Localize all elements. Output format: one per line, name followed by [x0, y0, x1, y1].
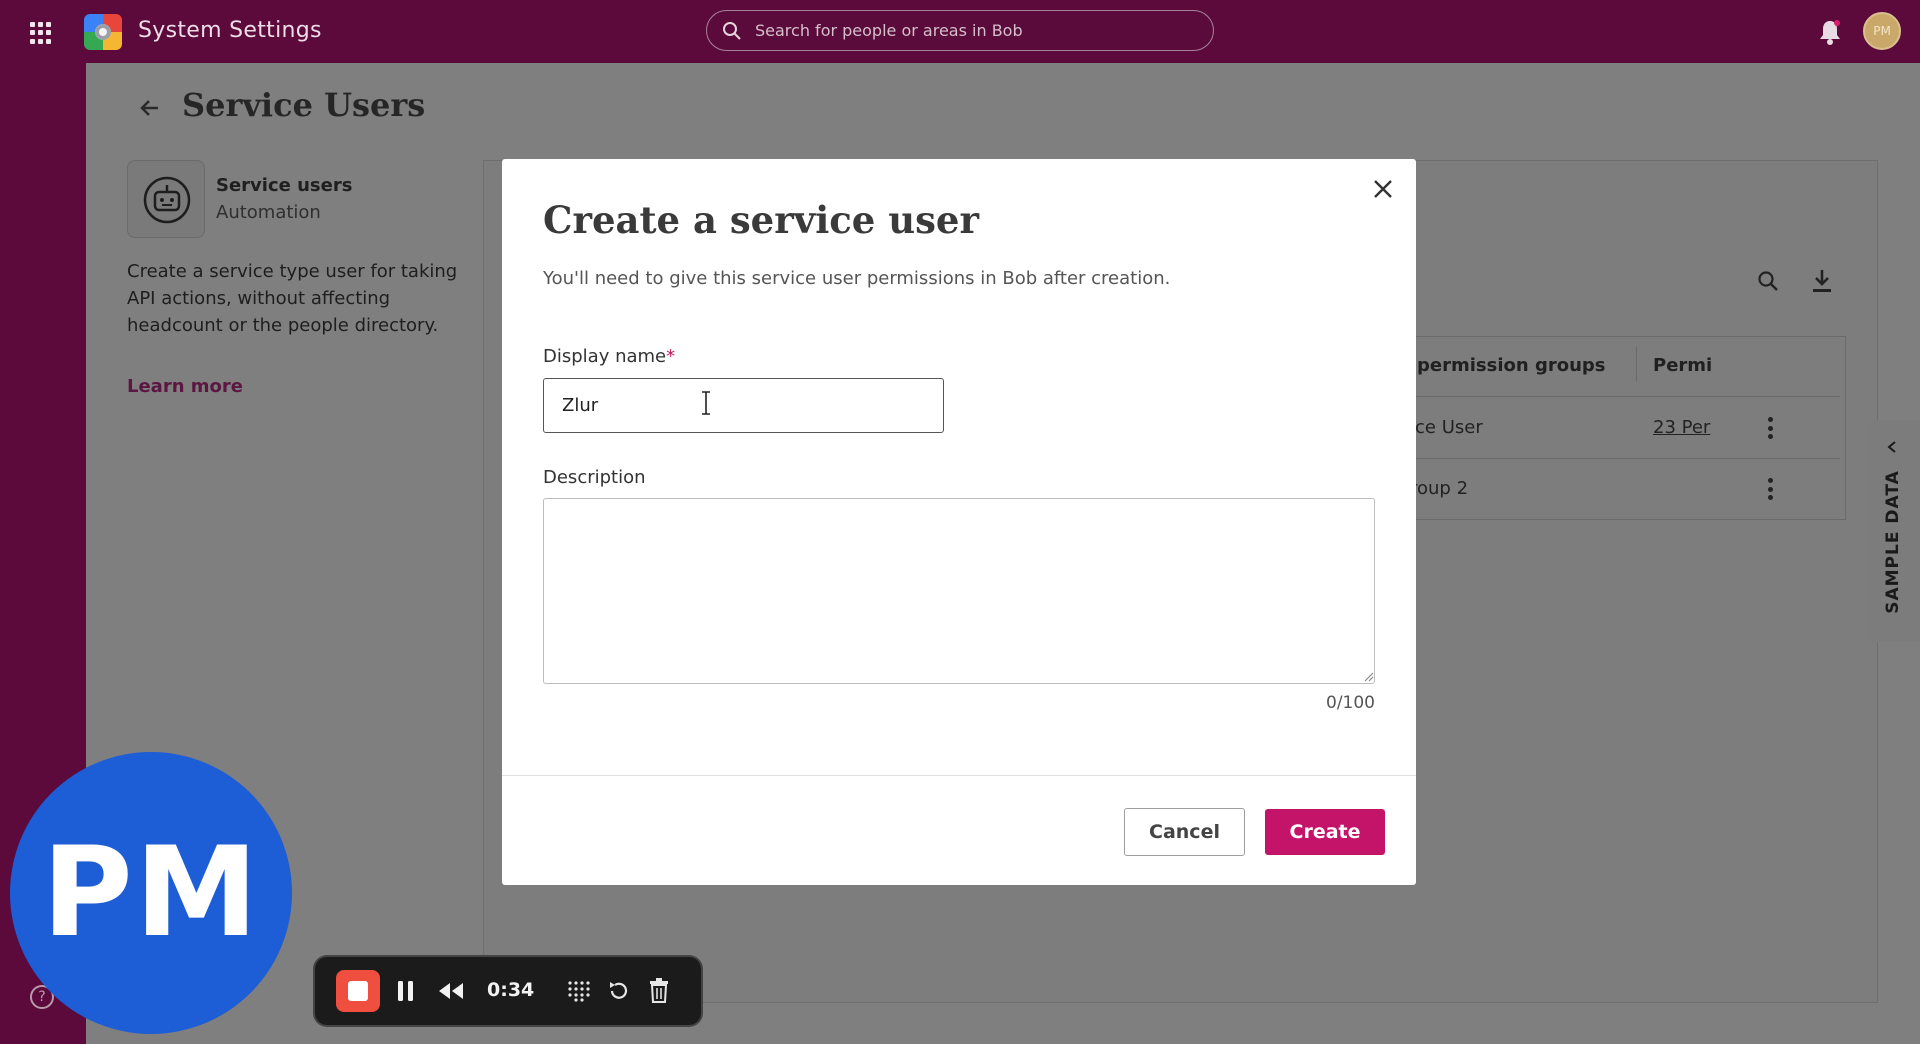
service-users-card-icon	[127, 160, 205, 238]
description-label: Description	[543, 467, 646, 488]
required-asterisk: *	[666, 346, 676, 367]
global-search[interactable]	[706, 10, 1214, 51]
back-arrow-icon[interactable]	[138, 96, 162, 120]
text-cursor-icon	[702, 391, 710, 415]
display-name-label: Display name*	[543, 346, 675, 367]
trash-icon[interactable]	[648, 977, 670, 1003]
grid-dots-icon[interactable]	[566, 979, 592, 1003]
service-users-description: Create a service type user for taking AP…	[127, 261, 458, 336]
table-row-group: roup 2	[1410, 478, 1469, 499]
dialog-subtitle: You'll need to give this service user pe…	[543, 268, 1171, 289]
description-textarea[interactable]	[543, 498, 1375, 684]
row-divider	[1400, 396, 1840, 397]
robot-icon	[143, 176, 191, 224]
user-avatar[interactable]: PM	[1863, 12, 1901, 50]
table-row-group: ice User	[1410, 417, 1483, 438]
display-name-label-text: Display name	[543, 346, 667, 367]
character-counter: 0/100	[1326, 693, 1375, 713]
download-icon[interactable]	[1811, 268, 1833, 294]
display-name-input[interactable]	[543, 378, 944, 433]
row-menu-kebab-icon[interactable]	[1768, 478, 1774, 500]
sample-data-label[interactable]: SAMPLE DATA	[1883, 470, 1903, 614]
dialog-title: Create a service user	[543, 198, 979, 242]
column-header-permission-groups[interactable]: permission groups	[1417, 355, 1605, 376]
resize-handle-icon[interactable]	[1362, 670, 1374, 682]
app-grid-icon[interactable]	[30, 22, 52, 44]
app-title: System Settings	[138, 18, 322, 43]
restart-icon[interactable]	[607, 979, 631, 1003]
row-divider	[1400, 458, 1840, 459]
chevron-left-icon[interactable]	[1885, 440, 1899, 454]
service-users-card-title: Service users	[216, 175, 353, 196]
learn-more-link[interactable]: Learn more	[127, 376, 243, 397]
column-header-permissions[interactable]: Permi	[1653, 355, 1712, 376]
app-logo[interactable]	[84, 14, 122, 50]
search-input[interactable]	[753, 20, 1193, 41]
table-row-permissions-link[interactable]: 23 Per	[1653, 417, 1710, 438]
presenter-avatar: PM	[10, 752, 292, 1034]
search-icon	[723, 22, 741, 40]
row-menu-kebab-icon[interactable]	[1768, 417, 1774, 439]
rewind-icon[interactable]	[437, 981, 465, 1001]
page-title: Service Users	[182, 86, 426, 124]
table-search-icon[interactable]	[1757, 270, 1779, 292]
create-button[interactable]: Create	[1265, 809, 1385, 855]
close-icon[interactable]	[1372, 178, 1394, 200]
notifications-bell-icon[interactable]	[1817, 18, 1843, 46]
cancel-button[interactable]: Cancel	[1124, 808, 1245, 856]
dialog-footer-divider	[502, 775, 1416, 776]
recording-timer: 0:34	[487, 979, 535, 1001]
service-users-card-subtitle: Automation	[216, 202, 321, 223]
stop-recording-icon[interactable]	[336, 970, 380, 1012]
column-divider	[1636, 346, 1637, 382]
pause-icon[interactable]	[396, 980, 416, 1002]
